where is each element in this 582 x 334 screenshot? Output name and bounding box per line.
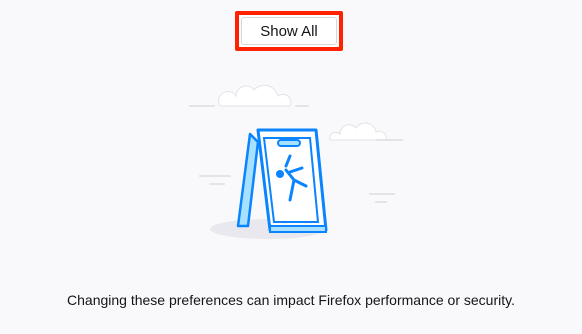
- show-all-button[interactable]: Show All: [241, 17, 337, 45]
- cloud-icon: [329, 122, 387, 141]
- wet-floor-sign-icon: [189, 84, 403, 239]
- about-config-page: Show All Changing these preferences can …: [0, 0, 582, 334]
- warning-message: Changing these preferences can impact Fi…: [67, 292, 515, 308]
- cloud-icon: [218, 84, 292, 107]
